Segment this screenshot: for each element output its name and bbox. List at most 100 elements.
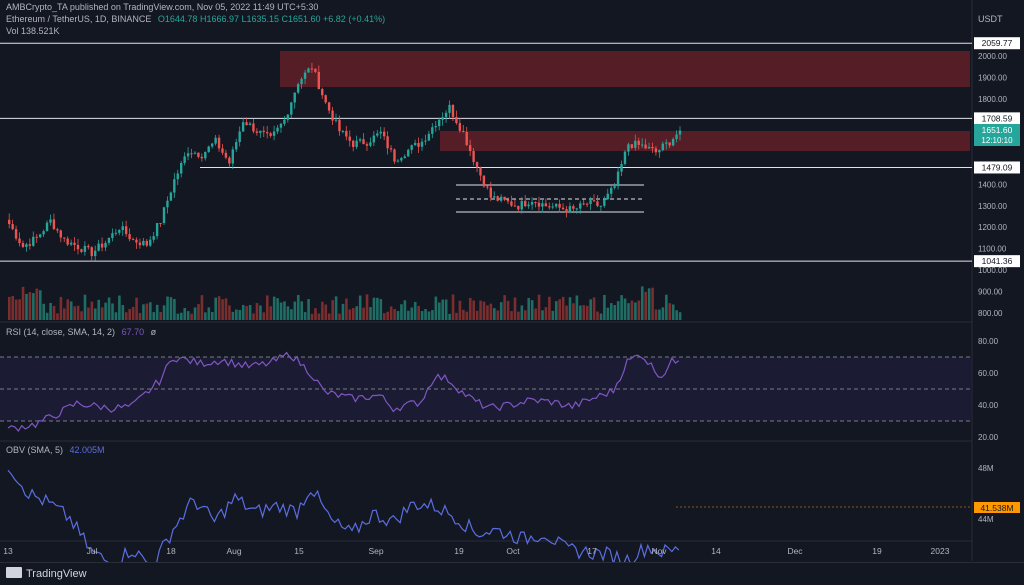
resistance-zone-lower	[440, 131, 970, 151]
volume-bar	[173, 298, 176, 320]
volume-bar	[266, 295, 269, 320]
volume-bar	[138, 312, 142, 320]
volume-bar	[321, 301, 324, 320]
level-label: 2059.77	[982, 38, 1013, 48]
volume-bar	[169, 297, 173, 320]
price-tick-label: 2000.00	[978, 52, 1007, 61]
volume-bar	[517, 311, 520, 320]
volume-bar	[441, 299, 445, 320]
time-tick-label: Oct	[506, 546, 520, 556]
volume-bar	[400, 304, 403, 320]
volume-bar	[348, 309, 352, 320]
volume-bar	[90, 301, 94, 320]
time-tick-label: 2023	[931, 546, 950, 556]
volume-bar	[462, 309, 465, 320]
volume-bar	[610, 303, 613, 320]
tradingview-logo[interactable]: TradingView	[6, 567, 87, 580]
candle	[623, 150, 627, 166]
volume-bar	[548, 296, 551, 320]
volume-bar	[386, 311, 389, 320]
volume-bar	[585, 305, 589, 320]
time-tick-label: 14	[711, 546, 721, 556]
volume-bar	[145, 303, 149, 320]
candle	[482, 175, 486, 188]
time-tick-label: Aug	[226, 546, 241, 556]
volume-bar	[183, 308, 187, 320]
volume-bar	[235, 309, 238, 320]
volume-bar	[162, 305, 166, 320]
volume-bar	[592, 297, 596, 320]
volume-header[interactable]: Vol 138.521K	[6, 26, 60, 36]
volume-bar	[434, 296, 438, 320]
volume-bar	[365, 294, 369, 320]
volume-bar	[283, 301, 286, 320]
volume-bar	[45, 312, 49, 320]
volume-bar	[396, 311, 400, 320]
volume-bar	[186, 311, 190, 320]
level-label: 1041.36	[982, 256, 1013, 266]
volume-bar	[131, 306, 135, 320]
volume-bar	[100, 307, 104, 320]
volume-bar	[204, 312, 207, 320]
volume-bar	[159, 312, 162, 320]
countdown-label: 12:10:10	[981, 136, 1013, 145]
volume-bar	[276, 298, 279, 320]
volume-bar	[678, 312, 682, 320]
volume-bar	[124, 312, 128, 320]
volume-bar	[259, 305, 262, 320]
volume-bar	[510, 311, 513, 320]
volume-bar	[121, 305, 125, 320]
symbol-header[interactable]: Ethereum / TetherUS, 1D, BINANCE O1644.7…	[6, 14, 385, 24]
level-label: 1479.09	[982, 162, 1013, 172]
publish-info: AMBCrypto_TA published on TradingView.co…	[6, 2, 319, 12]
time-tick-label: 19	[454, 546, 464, 556]
volume-bar	[272, 296, 276, 320]
volume-bar	[197, 304, 200, 320]
volume-bar	[152, 312, 156, 320]
candle	[496, 195, 499, 202]
volume-bar	[56, 313, 59, 320]
volume-bar	[475, 310, 479, 320]
obv-tick-label: 44M	[978, 515, 994, 524]
volume-bar	[527, 297, 531, 320]
volume-bar	[489, 303, 493, 320]
time-tick-label: Dec	[787, 546, 803, 556]
volume-bar	[623, 298, 627, 320]
volume-bar	[558, 299, 561, 320]
volume-bar	[403, 300, 407, 320]
obv-label[interactable]: OBV (SMA, 5)	[6, 445, 63, 455]
volume-bar	[640, 286, 644, 320]
volume-bar	[94, 308, 97, 320]
price-tick-label: 1300.00	[978, 202, 1007, 211]
obv-header[interactable]: OBV (SMA, 5) 42.005M	[6, 445, 105, 455]
obv-last-tag: 41.538M	[974, 502, 1020, 513]
volume-bar	[155, 304, 159, 320]
volume-bar	[241, 304, 245, 320]
volume-bar	[35, 288, 39, 320]
rsi-header[interactable]: RSI (14, close, SMA, 14, 2) 67.70 ø	[6, 327, 156, 337]
time-tick-label: Sep	[368, 546, 383, 556]
volume-bar	[200, 295, 204, 320]
obv-last-label: 41.538M	[980, 503, 1013, 513]
volume-bar	[286, 306, 290, 320]
candle	[296, 82, 300, 95]
volume-bar	[21, 286, 25, 320]
rsi-tick-label: 40.00	[978, 401, 999, 410]
volume-bar	[438, 302, 441, 320]
level-tag: 2059.77	[974, 37, 1020, 50]
volume-bar	[193, 307, 197, 320]
volume-bar	[613, 305, 617, 320]
volume-bar	[444, 299, 448, 320]
volume-bar	[455, 312, 458, 320]
rsi-label[interactable]: RSI (14, close, SMA, 14, 2)	[6, 327, 115, 337]
volume-bar	[468, 297, 472, 320]
last-price-label: 1651.60	[982, 125, 1013, 135]
symbol-title[interactable]: Ethereum / TetherUS, 1D, BINANCE	[6, 14, 151, 24]
volume-bar	[599, 313, 603, 320]
chart-root: 2059.77 1708.59 1479.09 1041.36 2000.00 1900…	[0, 0, 1024, 584]
volume-bar	[300, 301, 303, 320]
volume-bar	[458, 300, 462, 320]
candle	[169, 191, 173, 201]
chart-background	[0, 0, 1024, 584]
volume-bar	[341, 303, 345, 320]
